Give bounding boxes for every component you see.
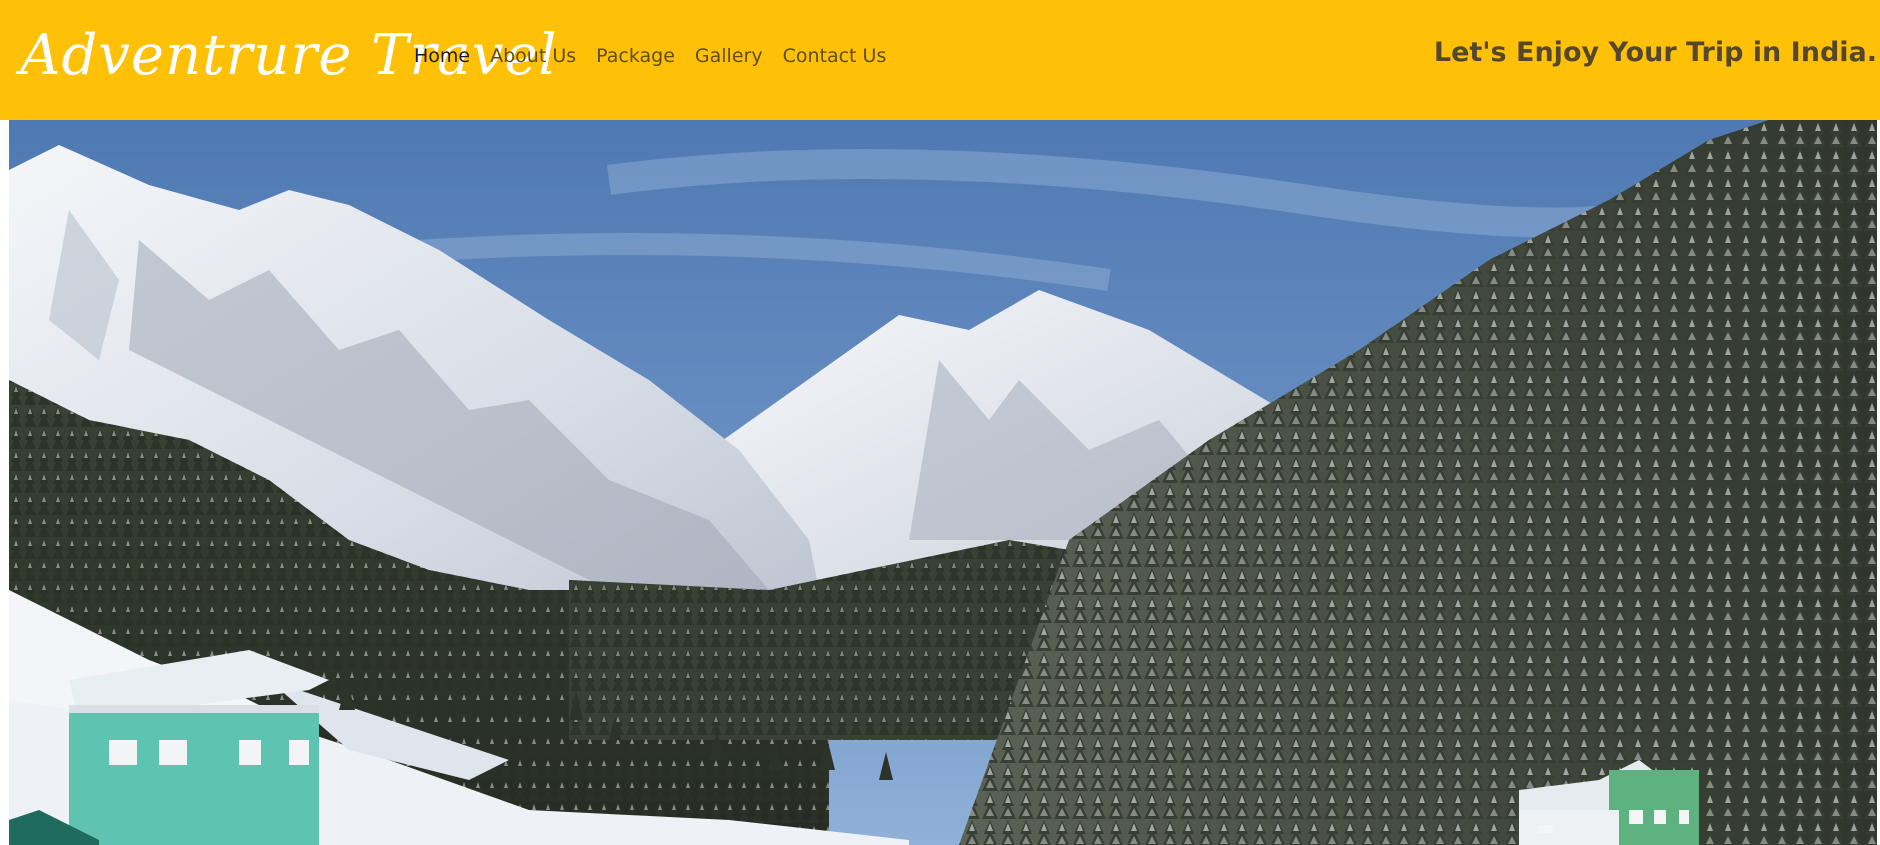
nav-link-about-us[interactable]: About Us xyxy=(480,43,586,69)
nav-link-home[interactable]: Home xyxy=(404,43,480,69)
hero-landscape-picture xyxy=(9,120,1877,845)
nav-link-package[interactable]: Package xyxy=(586,43,685,69)
nav-item-package: Package xyxy=(586,43,685,69)
nav-item-gallery: Gallery xyxy=(685,43,773,69)
navbar: Adventrure Travel Home About Us Package … xyxy=(0,0,1880,120)
nav-link-gallery[interactable]: Gallery xyxy=(685,43,773,69)
tagline: Let's Enjoy Your Trip in India. xyxy=(1433,37,1877,68)
nav-item-about: About Us xyxy=(480,43,586,69)
hero-image xyxy=(9,120,1877,845)
nav-links: Home About Us Package Gallery Contact Us xyxy=(404,43,896,69)
nav-item-contact: Contact Us xyxy=(773,43,897,69)
nav-item-home: Home xyxy=(404,43,480,69)
nav-link-contact-us[interactable]: Contact Us xyxy=(773,43,897,69)
